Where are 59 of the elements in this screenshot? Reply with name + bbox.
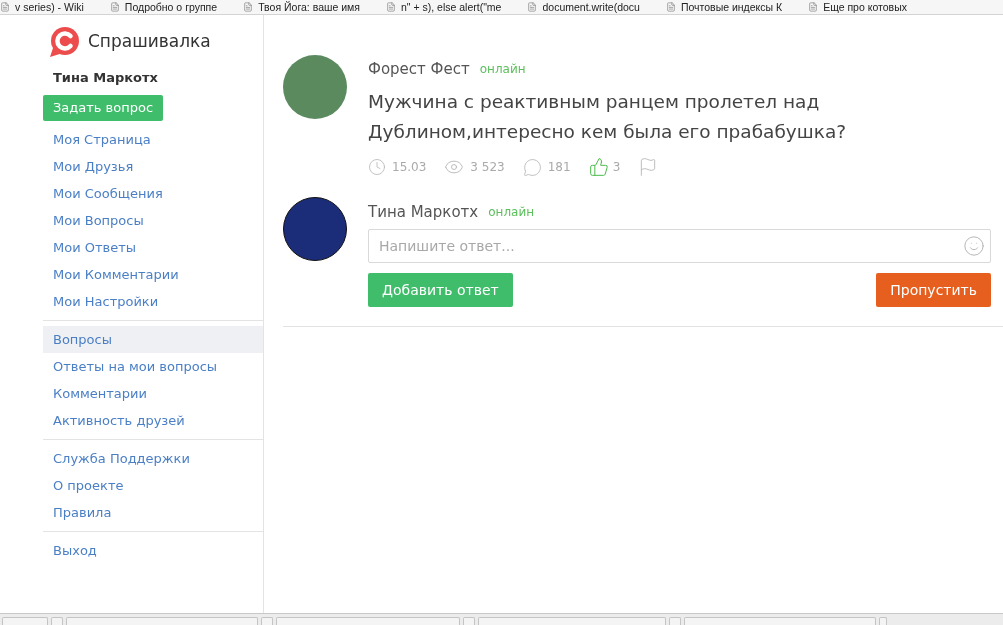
clock-icon: [368, 158, 386, 176]
skip-button[interactable]: Пропустить: [876, 273, 991, 307]
bookmark-link[interactable]: Еще про котовых: [808, 1, 907, 13]
logo-text: Спрашивалка: [88, 30, 211, 54]
taskbar-small-button[interactable]: [669, 617, 681, 625]
page-icon: [0, 2, 10, 12]
emoji-icon[interactable]: [963, 235, 985, 257]
thumbs-up-button[interactable]: [588, 157, 609, 177]
page-icon: [385, 2, 396, 12]
page-icon: [665, 2, 676, 12]
user-name[interactable]: Тина Маркотх: [368, 200, 479, 224]
bookmark-link[interactable]: Твоя Йога: ваше имя: [243, 1, 360, 13]
sidebar-menu-link[interactable]: Правила: [43, 499, 263, 526]
page-icon: [243, 2, 254, 12]
sidebar-menu-link[interactable]: Ответы на мои вопросы: [43, 353, 263, 380]
taskbar-small-button[interactable]: [879, 617, 887, 625]
taskbar-small-button[interactable]: [51, 617, 63, 625]
bookmark-link[interactable]: Почтовые индексы К: [665, 1, 783, 13]
sidebar-menu-link[interactable]: Активность друзей: [43, 407, 263, 434]
taskbar-tab[interactable]: [478, 617, 666, 625]
likes-count: 3: [612, 159, 621, 176]
sidebar-menu-link[interactable]: Служба Поддержки: [43, 445, 263, 472]
sidebar-menu-link[interactable]: Мои Комментарии: [43, 261, 263, 288]
answer-input[interactable]: Напишите ответ...: [368, 229, 991, 263]
add-answer-button[interactable]: Добавить ответ: [368, 273, 513, 307]
question-text: Мужчина с реактивным ранцем пролетел над Дублином,интересно кем была его прабабушка?: [368, 90, 848, 144]
sidebar-menu-link[interactable]: Мои Сообщения: [43, 180, 263, 207]
sidebar-menu-link[interactable]: О проекте: [43, 472, 263, 499]
taskbar-small-button[interactable]: [463, 617, 475, 625]
comment-icon: [522, 157, 542, 177]
taskbar-tab[interactable]: [66, 617, 258, 625]
page-icon: [808, 2, 819, 12]
views-count: 3 523: [470, 159, 505, 176]
sidebar-menu-link[interactable]: Мои Вопросы: [43, 207, 263, 234]
sidebar-menu-link[interactable]: Вопросы: [43, 326, 263, 353]
sidebar-menu-link[interactable]: Выход: [43, 537, 263, 564]
bookmark-link[interactable]: document.write(docu: [527, 1, 640, 13]
taskbar-small-button[interactable]: [2, 617, 48, 625]
bookmark-link[interactable]: n" + s), else alert("me: [385, 1, 502, 13]
logo-icon: [48, 26, 80, 58]
online-status: онлайн: [479, 61, 526, 78]
sidebar-menu-link[interactable]: Мои Ответы: [43, 234, 263, 261]
sidebar-menu-link[interactable]: Мои Друзья: [43, 153, 263, 180]
author-name[interactable]: Форест Фест: [368, 57, 470, 81]
bookmark-link[interactable]: v series) - Wiki: [0, 1, 84, 13]
ask-question-button[interactable]: Задать вопрос: [43, 95, 164, 121]
bookmark-link[interactable]: Подробно о группе: [109, 1, 218, 13]
taskbar-tab[interactable]: [276, 617, 460, 625]
sidebar-menu-link[interactable]: Мои Настройки: [43, 288, 263, 315]
taskbar-tab[interactable]: [684, 617, 876, 625]
online-status: онлайн: [488, 204, 535, 221]
sidebar-menu-link[interactable]: Моя Страница: [43, 126, 263, 153]
page-icon: [109, 2, 120, 12]
user-name: Тина Маркотх: [53, 70, 158, 86]
taskbar-small-button[interactable]: [261, 617, 273, 625]
page-icon: [527, 2, 538, 12]
sidebar-menu-link[interactable]: Комментарии: [43, 380, 263, 407]
date-text: 15.03: [392, 159, 427, 176]
comments-count: 181: [547, 159, 571, 176]
